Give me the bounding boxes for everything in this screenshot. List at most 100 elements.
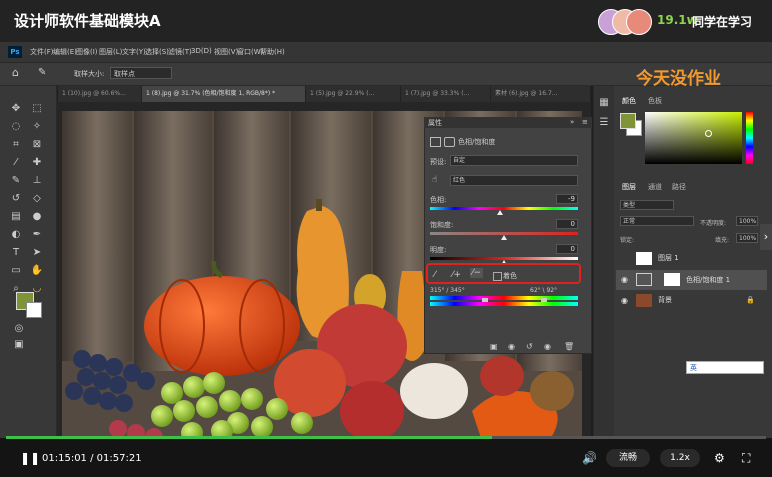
viewer-avatars — [598, 9, 654, 35]
layers-tab[interactable]: 图层 — [622, 182, 636, 192]
menu-item[interactable]: 选择(S) — [145, 47, 169, 57]
color-picker-field[interactable] — [645, 112, 742, 164]
clip-to-layer-icon[interactable]: ▣ — [490, 342, 498, 351]
menu-item[interactable]: 编辑(E) — [53, 47, 77, 57]
stamp-tool-icon[interactable]: ⊥ — [30, 174, 44, 188]
foreground-color-swatch[interactable] — [620, 113, 636, 129]
pen-tool-icon[interactable]: ✒ — [30, 228, 44, 242]
eyedropper-tool-icon[interactable]: ⁄ — [9, 156, 23, 170]
move-tool-icon[interactable]: ✥ — [9, 102, 23, 116]
visibility-eye-icon[interactable]: ◉ — [621, 292, 628, 309]
opacity-input[interactable]: 100% — [736, 216, 758, 226]
lightness-value[interactable]: 0 — [556, 244, 578, 254]
eyedropper-add-icon[interactable]: ⁄+ — [452, 270, 461, 280]
history-panel-icon[interactable]: ▦ — [597, 96, 611, 110]
layer-row[interactable]: ◉ 背景 🔒 — [616, 292, 767, 309]
hue-label: 色相: — [430, 196, 447, 204]
menu-item[interactable]: 图像(I) — [76, 47, 98, 57]
frame-tool-icon[interactable]: ⊠ — [30, 138, 44, 152]
healing-tool-icon[interactable]: ✚ — [30, 156, 44, 170]
eraser-tool-icon[interactable]: ◇ — [30, 192, 44, 206]
colorize-checkbox[interactable] — [493, 272, 502, 281]
swatches-tab[interactable]: 色板 — [648, 96, 662, 106]
layer-row[interactable]: 图层 1 — [616, 250, 767, 267]
color-tab[interactable]: 颜色 — [622, 96, 636, 106]
panel-collapse-icon[interactable]: » — [570, 118, 574, 126]
type-tool-icon[interactable]: T — [9, 246, 23, 260]
speed-button[interactable]: 1.2x — [660, 449, 700, 467]
volume-icon[interactable]: 🔊 — [582, 451, 597, 465]
view-previous-icon[interactable]: ◉ — [508, 342, 515, 351]
range-left-handle[interactable] — [482, 298, 488, 302]
quick-mask-icon[interactable]: ◎ — [12, 322, 26, 336]
visibility-eye-icon[interactable]: ◉ — [621, 270, 628, 290]
progress-fill — [6, 436, 493, 439]
home-icon[interactable]: ⌂ — [12, 67, 24, 79]
eyedropper-icon[interactable]: ✎ — [38, 67, 46, 78]
doc-tab[interactable]: 素材 (6).jpg @ 16.7... — [491, 86, 591, 102]
menu-item[interactable]: 3D(D) — [191, 47, 212, 55]
color-picker-cursor[interactable] — [705, 130, 712, 137]
dodge-tool-icon[interactable]: ◐ — [9, 228, 23, 242]
layer-mask-thumbnail[interactable] — [664, 273, 680, 286]
quality-button[interactable]: 流畅 — [606, 449, 650, 467]
marquee-tool-icon[interactable]: ⬚ — [30, 102, 44, 116]
hue-slider-track[interactable] — [430, 207, 578, 210]
sample-size-select[interactable]: 取样点 — [110, 67, 172, 79]
doc-tab[interactable]: 1 (10).jpg @ 60.6%... — [58, 86, 142, 102]
shape-tool-icon[interactable]: ▭ — [9, 264, 23, 278]
menu-item[interactable]: 视图(V) — [214, 47, 238, 57]
lock-label: 锁定: — [620, 237, 635, 244]
mask-icon[interactable] — [444, 137, 455, 147]
background-color-swatch[interactable] — [26, 302, 42, 318]
range-top-strip — [430, 296, 578, 300]
gradient-tool-icon[interactable]: ▤ — [9, 210, 23, 224]
ime-toolbar[interactable]: 英 — [686, 361, 764, 374]
reset-icon[interactable]: ↺ — [526, 342, 533, 351]
hue-strip[interactable] — [746, 112, 753, 164]
menu-item[interactable]: 滤镜(T) — [168, 47, 192, 57]
preset-select[interactable]: 自定 — [450, 155, 578, 166]
target-adjust-hand-icon[interactable]: ☝ — [432, 175, 437, 185]
panel-menu-icon[interactable]: ≡ — [582, 118, 588, 126]
paths-tab[interactable]: 路径 — [672, 182, 686, 192]
menu-item[interactable]: 帮助(H) — [260, 47, 285, 57]
range-right-readout: 62° \ 92° — [530, 287, 558, 294]
menu-item[interactable]: 文件(F) — [30, 47, 54, 57]
menu-item[interactable]: 图层(L) — [99, 47, 122, 57]
fullscreen-icon[interactable]: ⛶ — [742, 451, 750, 466]
properties-panel-icon[interactable]: ☰ — [597, 116, 611, 130]
hue-slider-thumb[interactable] — [497, 210, 504, 215]
hue-value[interactable]: -9 — [556, 194, 578, 204]
screen-mode-icon[interactable]: ▣ — [12, 338, 26, 352]
settings-gear-icon[interactable]: ⚙ — [714, 451, 725, 465]
brush-tool-icon[interactable]: ✎ — [9, 174, 23, 188]
layer-kind-filter[interactable]: 类型 — [620, 200, 674, 210]
doc-tab-active[interactable]: 1 (8).jpg @ 31.7% (色相/饱和度 1, RGB/8*) * — [142, 86, 306, 102]
pause-icon[interactable]: ❚❚ — [20, 451, 40, 465]
blur-tool-icon[interactable]: ● — [30, 210, 44, 224]
path-select-icon[interactable]: ➤ — [30, 246, 44, 260]
crop-tool-icon[interactable]: ⌗ — [9, 138, 23, 152]
channel-select[interactable]: 红色 — [450, 175, 578, 186]
blend-mode-select[interactable]: 正常 — [620, 216, 694, 226]
layer-row-selected[interactable]: ◉ 色相/饱和度 1 — [616, 270, 767, 290]
history-brush-icon[interactable]: ↺ — [9, 192, 23, 206]
delete-icon[interactable]: 🗑 — [564, 342, 574, 351]
saturation-value[interactable]: 0 — [556, 219, 578, 229]
lasso-tool-icon[interactable]: ◌ — [9, 120, 23, 134]
doc-tab[interactable]: 1 (7).jpg @ 33.3% (... — [401, 86, 491, 102]
doc-tab[interactable]: 1 (5).jpg @ 22.9% (... — [306, 86, 401, 102]
hand-tool-icon[interactable]: ✋ — [30, 264, 44, 278]
saturation-slider-thumb[interactable] — [501, 235, 507, 240]
eyedropper-subtract-icon[interactable]: ⁄− — [470, 268, 484, 278]
fill-input[interactable]: 100% — [736, 233, 758, 243]
magic-wand-icon[interactable]: ✧ — [30, 120, 44, 134]
layer-thumbnail — [636, 252, 652, 265]
range-right-handle[interactable] — [541, 298, 547, 302]
visibility-icon[interactable]: ◉ — [544, 342, 551, 351]
channels-tab[interactable]: 通道 — [648, 182, 662, 192]
eyedropper-icon[interactable]: ⁄ — [434, 270, 436, 280]
side-expand-arrow-icon[interactable]: › — [760, 224, 772, 250]
menu-item[interactable]: 文字(Y) — [122, 47, 146, 57]
